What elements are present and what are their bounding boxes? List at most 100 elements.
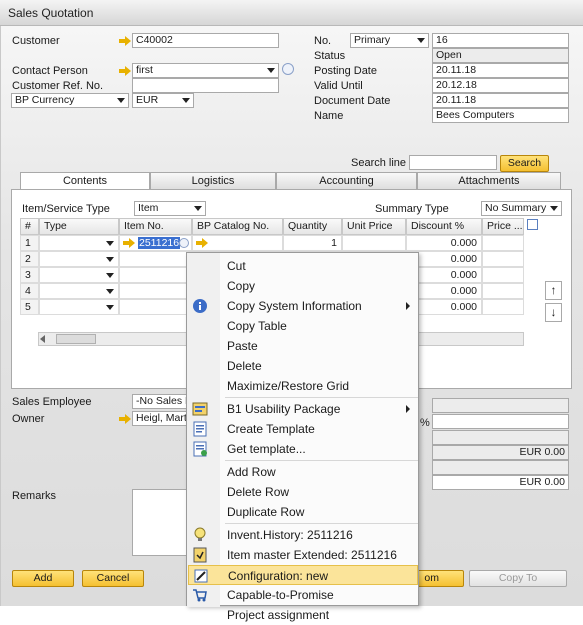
row-number-value: 1 xyxy=(25,237,31,249)
name-field[interactable]: Bees Computers xyxy=(432,108,569,123)
discount-cell[interactable]: 0.000 xyxy=(406,235,482,251)
quantity-cell[interactable]: 1 xyxy=(283,235,342,251)
price-cell[interactable] xyxy=(482,235,524,251)
menu-item-delete[interactable]: Delete xyxy=(188,356,418,376)
posting-date-label: Posting Date xyxy=(314,65,377,77)
item-no-cell[interactable] xyxy=(119,299,192,315)
col-header-item-no[interactable]: Item No. xyxy=(119,218,192,235)
type-cell[interactable] xyxy=(39,299,119,315)
contact-link-arrow-icon[interactable] xyxy=(119,66,131,76)
menu-item-cut[interactable]: Cut xyxy=(188,256,418,276)
tab-logistics[interactable]: Logistics xyxy=(150,172,276,189)
expand-icon[interactable] xyxy=(527,219,538,230)
list-icon[interactable] xyxy=(179,238,189,248)
list-icon[interactable] xyxy=(282,63,294,75)
bp-catalog-cell[interactable] xyxy=(192,235,283,251)
type-cell[interactable] xyxy=(39,235,119,251)
menu-item-maximize-restore-grid[interactable]: Maximize/Restore Grid xyxy=(188,376,418,396)
menu-item-copy-table[interactable]: Copy Table xyxy=(188,316,418,336)
tab-attachments[interactable]: Attachments xyxy=(417,172,561,189)
item-no-cell[interactable]: 2511216 xyxy=(119,235,192,251)
menu-item-label: Invent.History: 2511216 xyxy=(227,528,353,542)
menu-item-paste[interactable]: Paste xyxy=(188,336,418,356)
chevron-down-icon xyxy=(194,206,202,211)
col-header-unit-price[interactable]: Unit Price xyxy=(342,218,406,235)
tab-contents[interactable]: Contents xyxy=(20,172,150,190)
menu-item-duplicate-row[interactable]: Duplicate Row xyxy=(188,502,418,522)
customer-ref-field[interactable] xyxy=(132,78,279,93)
menu-item-label: Create Template xyxy=(227,422,315,436)
menu-item-add-row[interactable]: Add Row xyxy=(188,462,418,482)
remarks-field[interactable] xyxy=(132,489,187,556)
scroll-thumb[interactable] xyxy=(56,334,96,344)
menu-item-project-assignment[interactable]: Project assignment xyxy=(188,605,418,625)
move-down-button[interactable]: ↓ xyxy=(545,303,562,322)
copy-to-button[interactable]: Copy To xyxy=(469,570,567,587)
unit-price-cell[interactable] xyxy=(342,235,406,251)
price-cell[interactable] xyxy=(482,299,524,315)
col-header-bp-catalog[interactable]: BP Catalog No. xyxy=(192,218,283,235)
sales-employee-field[interactable]: -No Sales E xyxy=(132,394,187,409)
menu-item-create-template[interactable]: Create Template xyxy=(188,419,418,439)
customer-link-arrow-icon[interactable] xyxy=(119,36,131,46)
price-cell[interactable] xyxy=(482,251,524,267)
move-up-button[interactable]: ↑ xyxy=(545,281,562,300)
template-icon xyxy=(192,421,208,437)
doc-number-field[interactable]: 16 xyxy=(432,33,569,48)
row-number: 3 xyxy=(20,267,39,283)
menu-item-capable-to-promise[interactable]: Capable-to-Promise xyxy=(188,585,418,605)
menu-item-delete-row[interactable]: Delete Row xyxy=(188,482,418,502)
col-header-quantity[interactable]: Quantity xyxy=(283,218,342,235)
item-type-dropdown[interactable]: Item xyxy=(134,201,206,216)
menu-item-item-master-extended-2511216[interactable]: Item master Extended: 2511216 xyxy=(188,545,418,565)
menu-item-b1-usability-package[interactable]: B1 Usability Package xyxy=(188,399,418,419)
price-cell[interactable] xyxy=(482,267,524,283)
chevron-down-icon xyxy=(550,206,558,211)
contact-person-dropdown[interactable]: first xyxy=(132,63,279,78)
add-button[interactable]: Add xyxy=(12,570,74,587)
col-header-type[interactable]: Type xyxy=(39,218,119,235)
owner-link-arrow-icon[interactable] xyxy=(119,414,131,424)
owner-field[interactable]: Heigl, Mart xyxy=(132,411,187,426)
chevron-down-icon[interactable] xyxy=(106,257,114,262)
col-header-discount[interactable]: Discount % xyxy=(406,218,482,235)
col-header-price[interactable]: Price ... xyxy=(482,218,524,235)
chevron-down-icon[interactable] xyxy=(106,273,114,278)
posting-date-field[interactable]: 20.11.18 xyxy=(432,63,569,78)
series-dropdown[interactable]: Primary xyxy=(350,33,429,48)
chevron-down-icon[interactable] xyxy=(106,289,114,294)
search-line-input[interactable] xyxy=(409,155,497,170)
menu-item-get-template[interactable]: Get template... xyxy=(188,439,418,459)
price-cell[interactable] xyxy=(482,283,524,299)
catalog-link-arrow-icon[interactable] xyxy=(196,238,208,248)
tab-accounting[interactable]: Accounting xyxy=(276,172,417,189)
col-header-number[interactable]: # xyxy=(20,218,39,235)
type-cell[interactable] xyxy=(39,283,119,299)
search-button[interactable]: Search xyxy=(500,155,549,172)
menu-item-copy-system-information[interactable]: Copy System Information xyxy=(188,296,418,316)
valid-until-field[interactable]: 20.12.18 xyxy=(432,78,569,93)
type-cell[interactable] xyxy=(39,267,119,283)
item-link-arrow-icon[interactable] xyxy=(123,238,135,248)
chevron-down-icon[interactable] xyxy=(106,305,114,310)
type-cell[interactable] xyxy=(39,251,119,267)
item-no-cell[interactable] xyxy=(119,251,192,267)
scroll-left-icon[interactable] xyxy=(40,335,45,343)
customer-label: Customer xyxy=(12,35,60,47)
menu-item-label: B1 Usability Package xyxy=(227,402,341,416)
item-no-cell[interactable] xyxy=(119,283,192,299)
bp-currency-dropdown[interactable]: BP Currency xyxy=(11,93,129,108)
cart-icon xyxy=(192,587,208,603)
item-no-cell[interactable] xyxy=(119,267,192,283)
summary-type-dropdown[interactable]: No Summary xyxy=(481,201,562,216)
document-date-field[interactable]: 20.11.18 xyxy=(432,93,569,108)
total-field-2[interactable] xyxy=(432,414,569,429)
menu-item-copy[interactable]: Copy xyxy=(188,276,418,296)
chevron-down-icon[interactable] xyxy=(106,241,114,246)
menu-item-invent-history-2511216[interactable]: Invent.History: 2511216 xyxy=(188,525,418,545)
cancel-button[interactable]: Cancel xyxy=(82,570,144,587)
customer-field[interactable]: C40002 xyxy=(132,33,279,48)
currency-dropdown[interactable]: EUR xyxy=(132,93,194,108)
menu-item-configuration-new[interactable]: Configuration: new xyxy=(188,565,418,585)
row-number: 4 xyxy=(20,283,39,299)
